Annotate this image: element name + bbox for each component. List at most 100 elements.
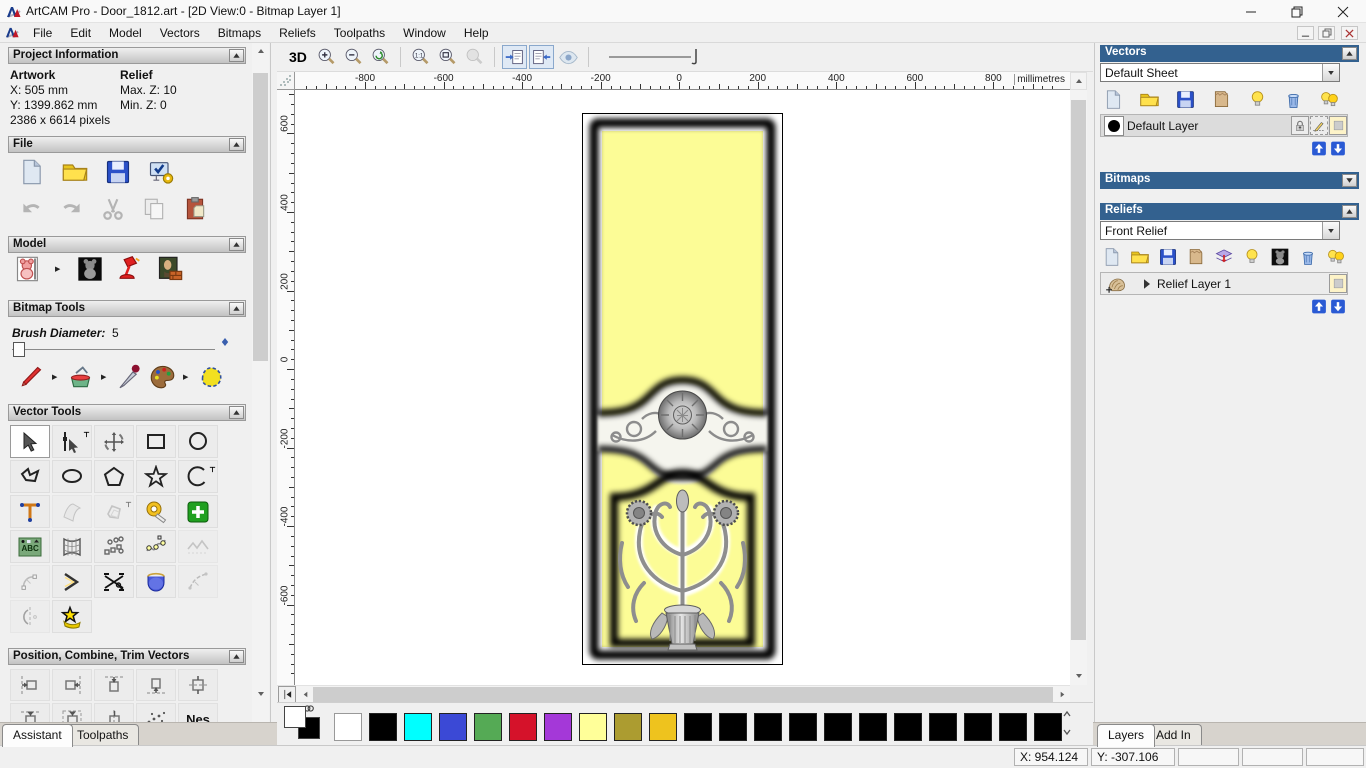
move-layer-down-button[interactable]: [1330, 141, 1346, 156]
palette-swatch-5[interactable]: [509, 713, 537, 741]
dropdown-arrow-icon[interactable]: [1322, 64, 1339, 81]
tab-layers[interactable]: Layers: [1097, 724, 1156, 747]
align-center-v-button[interactable]: [10, 703, 50, 722]
collapse-button[interactable]: [229, 650, 244, 663]
fit-curve-button[interactable]: [136, 530, 176, 563]
fit-arcs-button[interactable]: [10, 565, 50, 598]
scrollbar-thumb[interactable]: [253, 73, 268, 361]
align-top-button[interactable]: [94, 669, 134, 701]
layer-colour-swatch[interactable]: [1104, 115, 1124, 136]
join-vectors-button[interactable]: [178, 565, 218, 598]
interactive-distortion-button[interactable]: [136, 565, 176, 598]
paint-brush-flyout[interactable]: ▶: [52, 364, 60, 390]
menu-edit[interactable]: Edit: [61, 23, 100, 43]
save-file-icon[interactable]: [104, 158, 132, 186]
scroll-down-button[interactable]: [1070, 668, 1087, 684]
zoom-1to1-button[interactable]: 1:1: [408, 45, 433, 69]
relief-layer-row[interactable]: Relief Layer 1: [1100, 272, 1348, 295]
delete-relief-layer-icon[interactable]: [1298, 247, 1318, 267]
invert-model-icon[interactable]: [76, 255, 104, 283]
vector-layer-row[interactable]: Default Layer: [1100, 114, 1348, 137]
palette-swatch-14[interactable]: [824, 713, 852, 741]
align-left-button[interactable]: [10, 669, 50, 701]
menu-window[interactable]: Window: [394, 23, 455, 43]
zoom-previous-button[interactable]: [368, 45, 393, 69]
palette-swatch-8[interactable]: [614, 713, 642, 741]
contrast-slider-track[interactable]: [608, 56, 691, 58]
relief-layer-name[interactable]: Relief Layer 1: [1157, 277, 1328, 291]
scroll-right-button[interactable]: [1055, 686, 1069, 702]
palette-swatch-16[interactable]: [894, 713, 922, 741]
palette-swatch-19[interactable]: [999, 713, 1027, 741]
notes-icon[interactable]: [182, 196, 208, 222]
menu-model[interactable]: Model: [100, 23, 151, 43]
layer-lock-button[interactable]: [1291, 116, 1309, 135]
new-relief-icon[interactable]: [1102, 247, 1122, 267]
delete-layer-icon[interactable]: [1283, 89, 1304, 110]
menu-toolpaths[interactable]: Toolpaths: [325, 23, 394, 43]
align-center-button[interactable]: [178, 669, 218, 701]
solid-fill-icon[interactable]: [198, 363, 225, 390]
palette-swatch-2[interactable]: [404, 713, 432, 741]
collapse-button[interactable]: [229, 49, 244, 62]
select-vectors-button[interactable]: [10, 425, 50, 458]
envelope-distortion-button[interactable]: [52, 530, 92, 563]
child-restore-button[interactable]: [1318, 26, 1335, 40]
create-arc-button[interactable]: [178, 460, 218, 493]
palette-swatch-12[interactable]: [754, 713, 782, 741]
move-relief-up-button[interactable]: [1311, 299, 1327, 314]
create-rectangle-button[interactable]: [136, 425, 176, 458]
toggle-bitmap-view-button[interactable]: [501, 45, 527, 69]
create-bisector-button[interactable]: [52, 565, 92, 598]
flood-fill-flyout[interactable]: ▶: [101, 364, 109, 390]
tab-toolpaths[interactable]: Toolpaths: [66, 724, 140, 746]
create-circle-button[interactable]: [178, 425, 218, 458]
brush-slider-track[interactable]: [12, 349, 215, 350]
scrollbar-thumb[interactable]: [313, 687, 1053, 702]
wrap-star-button[interactable]: [52, 600, 92, 633]
palette-swatch-11[interactable]: [719, 713, 747, 741]
canvas-vertical-scrollbar[interactable]: [1070, 72, 1087, 685]
menu-file[interactable]: File: [24, 23, 61, 43]
new-model-icon[interactable]: [18, 158, 46, 186]
create-polyline-button[interactable]: [10, 460, 50, 493]
palette-swatch-0[interactable]: [334, 713, 362, 741]
layer-visibility-button[interactable]: [1329, 116, 1347, 135]
scroll-left-button[interactable]: [298, 686, 312, 702]
open-vectors-icon[interactable]: [1139, 89, 1160, 110]
relief-select[interactable]: Front Relief: [1100, 221, 1340, 240]
collapse-button[interactable]: [229, 406, 244, 419]
save-vectors-icon[interactable]: [1175, 89, 1196, 110]
vector-sheet-select[interactable]: Default Sheet: [1100, 63, 1340, 82]
align-bottom-button[interactable]: [136, 669, 176, 701]
palette-flyout[interactable]: ▶: [183, 364, 191, 390]
show-relief-layer-icon[interactable]: [1242, 247, 1262, 267]
tab-assistant[interactable]: Assistant: [2, 724, 73, 747]
zoom-out-button[interactable]: [341, 45, 366, 69]
window-close-button[interactable]: [1320, 0, 1366, 23]
flood-fill-icon[interactable]: [67, 363, 94, 390]
colour-picker-icon[interactable]: [116, 363, 143, 390]
palette-icon[interactable]: [149, 363, 176, 390]
section-model[interactable]: Model: [8, 236, 246, 253]
offset-vectors-button[interactable]: [94, 495, 134, 528]
set-model-size-flyout[interactable]: ▶: [55, 256, 63, 282]
drawing-canvas[interactable]: [295, 90, 1070, 685]
measure-tool-button[interactable]: [136, 495, 176, 528]
model-properties-icon[interactable]: [147, 158, 175, 186]
primary-colour-swatch[interactable]: [284, 706, 306, 728]
section-project-information[interactable]: Project Information: [8, 47, 246, 64]
paint-brush-icon[interactable]: [18, 363, 45, 390]
relief-visibility-button[interactable]: [1329, 274, 1347, 293]
restore-panel-button[interactable]: [278, 686, 296, 703]
expand-button[interactable]: [1342, 174, 1357, 187]
cut-icon[interactable]: [100, 196, 126, 222]
section-vector-tools[interactable]: Vector Tools: [8, 404, 246, 421]
trim-vectors-button[interactable]: [94, 565, 134, 598]
dropdown-arrow-icon[interactable]: [1322, 222, 1339, 239]
collapse-button[interactable]: [229, 238, 244, 251]
block-copy-button[interactable]: [94, 530, 134, 563]
greyscale-preview-icon[interactable]: [1270, 247, 1290, 267]
3d-view-button[interactable]: 3D: [283, 49, 313, 65]
combine-relief-icon[interactable]: [1214, 247, 1234, 267]
